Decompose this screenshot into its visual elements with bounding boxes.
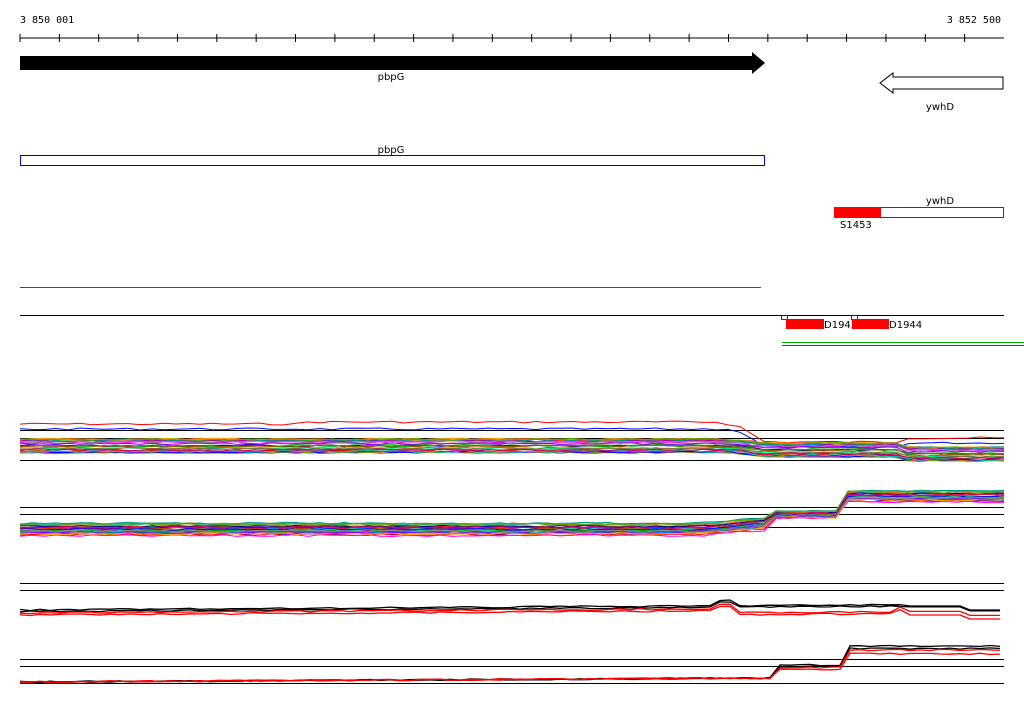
expression-track-2	[19, 489, 1005, 538]
ruler-start-label: 3 850 001	[20, 15, 74, 26]
feature-track-d: D1943 D1944	[20, 315, 1024, 346]
ruler-end-label: 3 852 500	[947, 15, 1001, 26]
feature-label-S1453: S1453	[840, 220, 872, 231]
transcript-box-pbpG[interactable]	[20, 155, 765, 166]
feature-block-S1453[interactable]	[834, 207, 881, 218]
expression-series-line	[19, 648, 1001, 683]
feature-label-D1944: D1944	[889, 320, 922, 331]
feature-marker	[851, 315, 858, 320]
expression-track-1	[19, 420, 1005, 463]
feature-block-D1944[interactable]	[852, 319, 889, 329]
feature-marker	[781, 315, 788, 320]
coordinate-ruler: 3 850 001 3 852 500	[19, 15, 1004, 42]
gene-label-ywhD: ywhD	[926, 102, 954, 113]
gene-label-pbpG: pbpG	[378, 72, 405, 83]
gene-arrow-ywhD[interactable]	[879, 71, 1004, 95]
gene-annotation-track: pbpG ywhD	[20, 52, 1004, 113]
expression-series-line	[19, 601, 1000, 613]
expression-track-4	[19, 644, 1004, 684]
expression-track-3	[19, 583, 1004, 620]
genome-browser-view: 3 850 001 3 852 500 pbpG ywhD pbpG ywhD …	[19, 15, 1024, 684]
expression-series-line	[19, 652, 1001, 684]
transcript-track: pbpG ywhD S1453	[20, 145, 1004, 231]
transcript-label-pbpG: pbpG	[378, 145, 405, 156]
expression-series-line	[19, 644, 1001, 684]
feature-block-D1943[interactable]	[786, 319, 824, 329]
transcript-label-ywhD: ywhD	[926, 196, 954, 207]
gene-arrow-pbpG[interactable]	[20, 52, 765, 74]
